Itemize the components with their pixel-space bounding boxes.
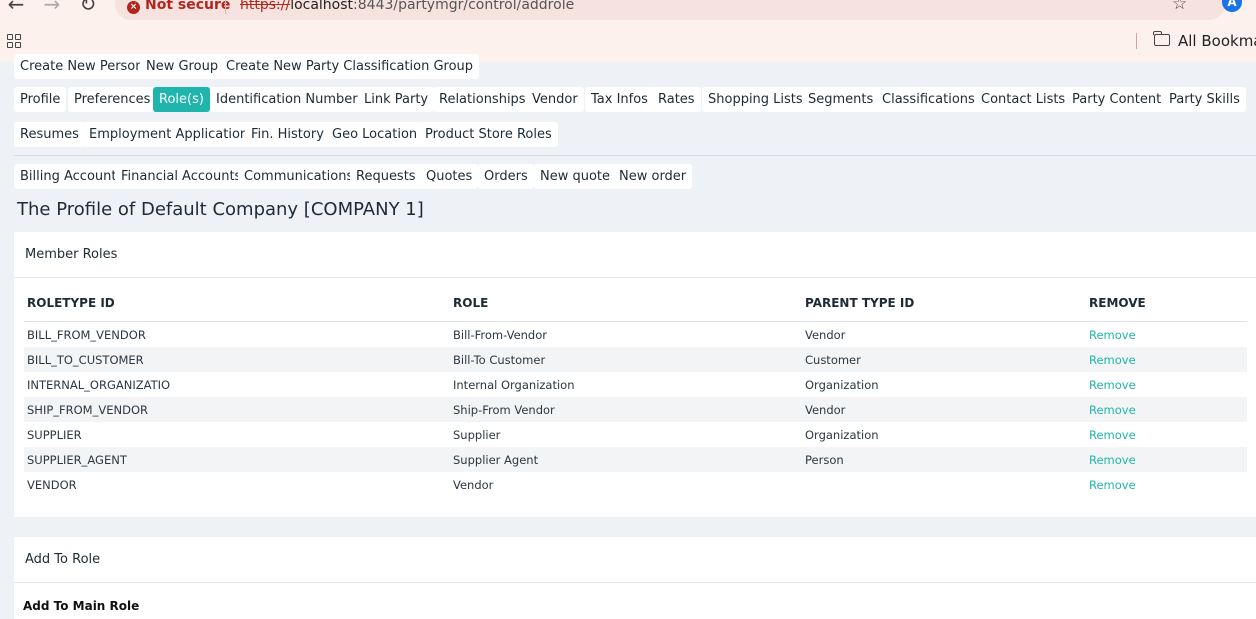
role-cell: Vendor bbox=[453, 478, 494, 492]
tab-new-order[interactable]: New order bbox=[613, 164, 693, 189]
role-cell: Ship-From Vendor bbox=[453, 403, 555, 417]
role-cell: Supplier bbox=[453, 428, 501, 442]
create-party-classification-group-link[interactable]: Create New Party Classification Group bbox=[220, 54, 480, 79]
parent-type-cell: Person bbox=[805, 453, 844, 467]
tab-divider bbox=[14, 155, 1256, 156]
tab-party-content[interactable]: Party Content bbox=[1066, 87, 1168, 112]
tab-profile[interactable]: Profile bbox=[14, 87, 67, 112]
tab-resumes[interactable]: Resumes bbox=[14, 122, 85, 147]
table-row: BILL_TO_CUSTOMER Bill-To Customer Custom… bbox=[24, 347, 1247, 372]
roletype-id-cell: SHIP_FROM_VENDOR bbox=[27, 403, 148, 417]
tab-contact-lists[interactable]: Contact Lists bbox=[975, 87, 1072, 112]
remove-link[interactable]: Remove bbox=[1089, 328, 1136, 342]
parent-type-cell: Vendor bbox=[805, 403, 846, 417]
star-icon[interactable]: ☆ bbox=[1172, 0, 1187, 14]
security-label[interactable]: Not secure bbox=[145, 0, 230, 13]
table-row: SUPPLIER_AGENT Supplier Agent Person Rem… bbox=[24, 447, 1247, 472]
panel-separator bbox=[14, 582, 1256, 583]
tab-quotes[interactable]: Quotes bbox=[420, 164, 479, 189]
parent-type-cell: Organization bbox=[805, 428, 879, 442]
remove-link[interactable]: Remove bbox=[1089, 453, 1136, 467]
warning-icon[interactable]: × bbox=[127, 1, 140, 14]
table-row: SUPPLIER Supplier Organization Remove bbox=[24, 422, 1247, 447]
tab-product-store-roles[interactable]: Product Store Roles bbox=[419, 122, 558, 147]
tab-employment-applications[interactable]: Employment Applications bbox=[83, 122, 261, 147]
roletype-id-cell: BILL_TO_CUSTOMER bbox=[27, 353, 144, 367]
tab-roles[interactable]: Role(s) bbox=[153, 87, 210, 112]
column-header-roletype-id: ROLETYPE ID bbox=[27, 296, 115, 310]
add-to-role-title: Add To Role bbox=[25, 552, 101, 567]
folder-icon bbox=[1153, 31, 1170, 46]
add-to-main-role-heading: Add To Main Role bbox=[23, 599, 140, 613]
add-to-role-panel: Add To Role Add To Main Role bbox=[14, 537, 1256, 619]
create-new-person-link[interactable]: Create New Person bbox=[14, 54, 150, 79]
roletype-id-cell: SUPPLIER_AGENT bbox=[27, 453, 127, 467]
table-row: INTERNAL_ORGANIZATIO Internal Organizati… bbox=[24, 372, 1247, 397]
table-row: VENDOR Vendor Remove bbox=[24, 472, 1247, 497]
profile-avatar[interactable]: A bbox=[1222, 0, 1242, 12]
panel-separator bbox=[14, 277, 1256, 278]
tab-classifications[interactable]: Classifications bbox=[876, 87, 981, 112]
roletype-id-cell: SUPPLIER bbox=[27, 428, 82, 442]
tab-rates[interactable]: Rates bbox=[652, 87, 701, 112]
tab-identification-numbers[interactable]: Identification Numbers bbox=[210, 87, 371, 112]
remove-link[interactable]: Remove bbox=[1089, 478, 1136, 492]
table-row: BILL_FROM_VENDOR Bill-From-Vendor Vendor… bbox=[24, 322, 1247, 347]
column-header-remove: REMOVE bbox=[1089, 296, 1146, 310]
parent-type-cell: Vendor bbox=[805, 328, 846, 342]
member-roles-panel: Member Roles ROLETYPE ID ROLE PARENT TYP… bbox=[14, 232, 1256, 517]
tab-billing-account[interactable]: Billing Account bbox=[14, 164, 123, 189]
url-separator bbox=[225, 0, 226, 14]
tab-orders[interactable]: Orders bbox=[478, 164, 534, 189]
tab-communications[interactable]: Communications bbox=[238, 164, 360, 189]
tab-financial-accounts[interactable]: Financial Accounts bbox=[115, 164, 248, 189]
tab-party-skills[interactable]: Party Skills bbox=[1163, 87, 1246, 112]
tab-new-quote[interactable]: New quote bbox=[534, 164, 617, 189]
bookmark-separator bbox=[1136, 33, 1137, 49]
remove-link[interactable]: Remove bbox=[1089, 428, 1136, 442]
member-roles-title: Member Roles bbox=[25, 247, 118, 262]
tab-vendor[interactable]: Vendor bbox=[526, 87, 584, 112]
tab-segments[interactable]: Segments bbox=[802, 87, 880, 112]
address-bar[interactable]: × Not secure https://localhost:8443/part… bbox=[115, 0, 1225, 20]
roletype-id-cell: INTERNAL_ORGANIZATIO bbox=[27, 378, 171, 392]
role-cell: Bill-From-Vendor bbox=[453, 328, 547, 342]
role-cell: Bill-To Customer bbox=[453, 353, 546, 367]
reload-icon[interactable]: ↻ bbox=[76, 0, 100, 16]
tab-fin-history[interactable]: Fin. History bbox=[245, 122, 330, 147]
forward-arrow-icon[interactable]: → bbox=[40, 0, 64, 16]
tab-link-party[interactable]: Link Party bbox=[358, 87, 435, 112]
tab-relationships[interactable]: Relationships bbox=[433, 87, 532, 112]
role-cell: Supplier Agent bbox=[453, 453, 539, 467]
role-cell: Internal Organization bbox=[453, 378, 575, 392]
parent-type-cell: Organization bbox=[805, 378, 879, 392]
tab-geo-location[interactable]: Geo Location bbox=[326, 122, 424, 147]
column-header-role: ROLE bbox=[453, 296, 489, 310]
roletype-id-cell: VENDOR bbox=[27, 478, 77, 492]
url-text[interactable]: https://localhost:8443/partymgr/control/… bbox=[240, 0, 574, 13]
tab-requests[interactable]: Requests bbox=[350, 164, 422, 189]
remove-link[interactable]: Remove bbox=[1089, 353, 1136, 367]
table-row: SHIP_FROM_VENDOR Ship-From Vendor Vendor… bbox=[24, 397, 1247, 422]
url-path: :8443/partymgr/control/addrole bbox=[353, 0, 575, 13]
all-bookmarks-label[interactable]: All Bookma bbox=[1178, 32, 1256, 50]
new-group-link[interactable]: New Group bbox=[140, 54, 225, 79]
tab-tax-infos[interactable]: Tax Infos bbox=[585, 87, 654, 112]
tab-preferences[interactable]: Preferences bbox=[68, 87, 157, 112]
url-host: localhost bbox=[290, 0, 354, 13]
back-arrow-icon[interactable]: ← bbox=[4, 0, 28, 16]
remove-link[interactable]: Remove bbox=[1089, 403, 1136, 417]
page-title: The Profile of Default Company [COMPANY … bbox=[17, 199, 424, 220]
browser-chrome: ← → ↻ × Not secure https://localhost:844… bbox=[0, 0, 1256, 62]
roletype-id-cell: BILL_FROM_VENDOR bbox=[27, 328, 146, 342]
remove-link[interactable]: Remove bbox=[1089, 378, 1136, 392]
parent-type-cell: Customer bbox=[805, 353, 861, 367]
column-header-parent-type-id: PARENT TYPE ID bbox=[805, 296, 915, 310]
apps-grid-icon[interactable] bbox=[7, 34, 21, 48]
tab-shopping-lists[interactable]: Shopping Lists bbox=[702, 87, 809, 112]
url-scheme: https:// bbox=[240, 0, 291, 13]
